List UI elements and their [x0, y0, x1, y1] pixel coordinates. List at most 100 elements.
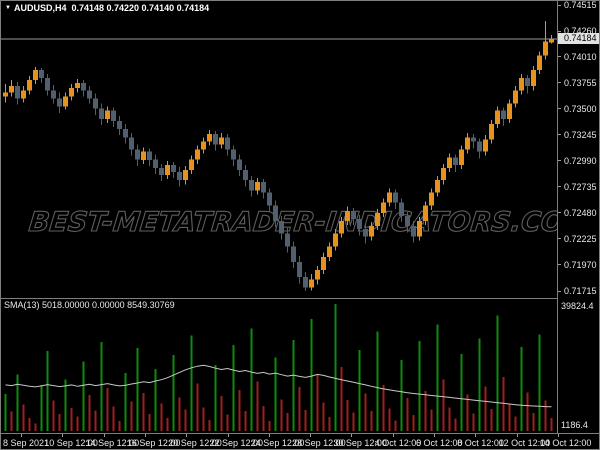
time-axis-tick-mark [103, 434, 105, 437]
time-axis-tick-mark [21, 434, 22, 437]
candle-body [507, 103, 512, 119]
candle-body [453, 157, 458, 165]
volume-bar [268, 421, 271, 431]
volume-bar [250, 328, 253, 431]
volume-bar [430, 409, 433, 431]
candle-body [183, 170, 188, 181]
price-axis-tick-mark [558, 134, 561, 136]
candle-body [213, 134, 218, 145]
volume-bar [160, 403, 163, 431]
candle-body [117, 120, 122, 130]
price-tick-label: 0.72480 [564, 207, 597, 218]
candle-body [111, 110, 116, 121]
time-tick-label: 8 Oct 12:00 [457, 438, 504, 448]
time-axis[interactable]: 8 Sep 2021 10 Sep 12:00 14 Sep 12:00 16 Sep… [1, 433, 599, 449]
time-axis-tick-mark [516, 434, 518, 437]
candle-body [417, 221, 422, 237]
candle-body [483, 139, 488, 152]
time-axis-tick-mark [144, 434, 146, 437]
volume-bar [106, 388, 109, 431]
volume-bar [442, 379, 445, 431]
candle-body [225, 137, 230, 150]
volume-bar [370, 410, 373, 431]
candle-body [87, 90, 92, 99]
volume-bar [316, 374, 319, 431]
volume-bar [154, 368, 157, 431]
volume-bar [82, 361, 85, 431]
indicator-scale-min: 1186.4 [561, 420, 588, 430]
candle-body [501, 110, 506, 119]
volume-bar [16, 374, 19, 431]
volume-bar [136, 348, 139, 431]
candle-body [171, 164, 176, 173]
candle-body [537, 55, 542, 70]
volume-bar [532, 412, 535, 431]
time-axis-tick-mark [475, 434, 477, 437]
candle-body [495, 110, 500, 124]
symbol-period-label: AUDUSD,H4 [13, 3, 67, 13]
candle-body [351, 210, 356, 219]
volume-bar [178, 397, 181, 431]
candle-body [291, 246, 296, 262]
price-axis-tick-mark [558, 160, 561, 162]
candle-body [549, 38, 554, 43]
candle-body [63, 96, 68, 107]
time-axis-tick-mark [434, 434, 435, 437]
volume-bar [172, 355, 175, 431]
volume-bar [382, 384, 385, 431]
candle-body [243, 170, 248, 181]
candle-body [405, 215, 410, 227]
volume-bar [52, 400, 55, 431]
volume-bar [262, 406, 265, 431]
volume-bar [232, 344, 235, 431]
time-axis-tick-mark [557, 434, 559, 437]
price-tick-label: 0.73245 [564, 129, 597, 140]
candle-body [39, 69, 44, 79]
candle-body [51, 90, 56, 99]
candle-body [285, 233, 290, 247]
candle-body [9, 86, 14, 93]
candle-body [357, 219, 362, 230]
volume-bar [322, 402, 325, 431]
price-axis-tick-mark [558, 290, 561, 292]
candle-body [207, 134, 212, 142]
volume-bar [328, 417, 331, 431]
volume-bar [376, 331, 379, 431]
candle-body [423, 205, 428, 221]
candle-body [441, 167, 446, 181]
candle-body [45, 78, 50, 91]
candle-body [429, 192, 434, 206]
volume-bar [4, 394, 7, 431]
volume-bar [256, 381, 259, 431]
candle-body [123, 129, 128, 138]
price-axis[interactable]: 0.74515 0.74260 0.74010 0.73755 0.73500 0.732… [557, 1, 599, 433]
volume-bar [166, 417, 169, 431]
volume-bar [142, 392, 145, 431]
volume-bar [358, 350, 361, 431]
volume-bar [280, 399, 283, 431]
candle-body [147, 151, 152, 160]
candle-body [303, 277, 308, 288]
volume-bar [448, 407, 451, 431]
price-axis-tick-mark [558, 30, 561, 32]
volume-bar [148, 413, 151, 431]
panel-separator[interactable] [1, 298, 599, 299]
candle-body [195, 149, 200, 160]
candle-body [471, 137, 476, 142]
time-axis-tick-mark [62, 434, 64, 437]
volume-bar [352, 412, 355, 431]
volume-bar [112, 406, 115, 431]
candle-body [69, 88, 74, 97]
ohlc-quotes: 0.74148 0.74220 0.74140 0.74184 [71, 3, 210, 13]
volume-bar [274, 357, 277, 431]
candle-body [159, 167, 164, 175]
candle-body [279, 221, 284, 234]
candle-body [201, 141, 206, 150]
price-chart-svg[interactable] [1, 1, 557, 432]
main-chart-panel[interactable]: BEST-METATRADER-INDICATORS.COM ▼ AUDUSD,H… [1, 1, 593, 433]
price-tick-label: 0.72735 [564, 181, 597, 192]
volume-bar [364, 393, 367, 431]
candle-body [261, 182, 266, 193]
volume-bar [238, 390, 241, 431]
volume-bar [190, 335, 193, 431]
